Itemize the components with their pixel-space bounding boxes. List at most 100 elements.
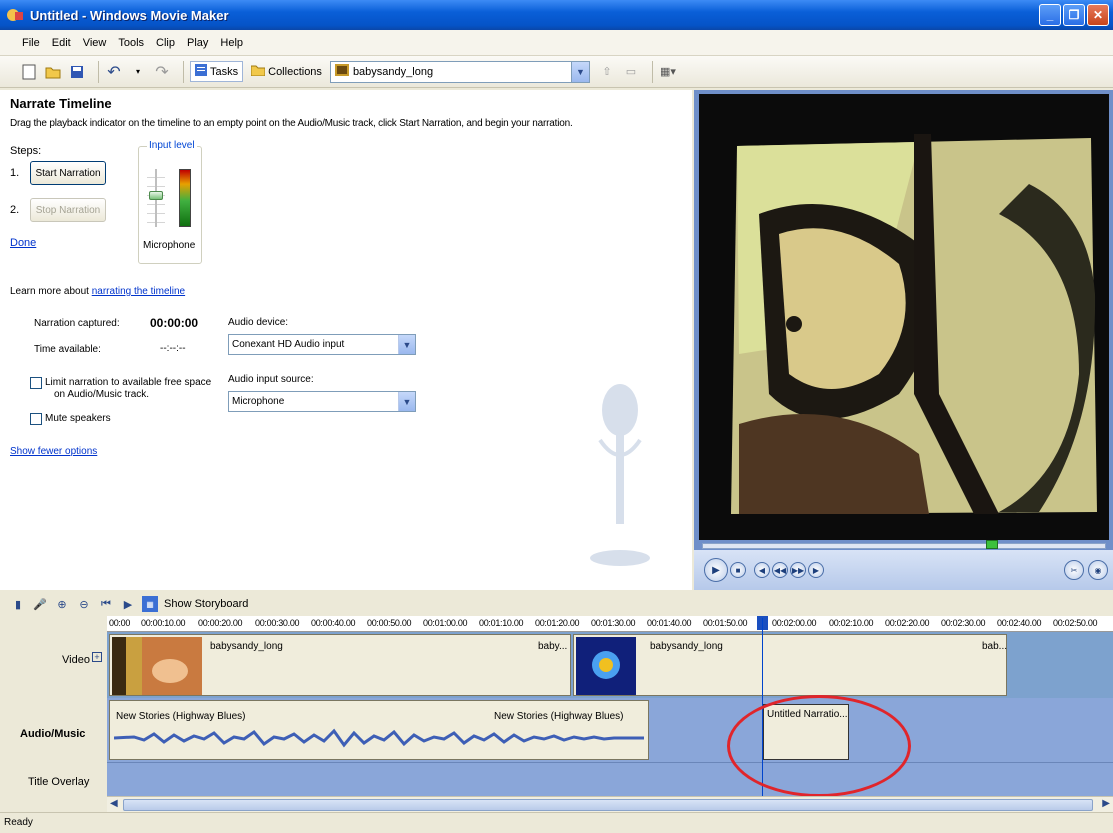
audio-input-source-select[interactable]: Microphone ▼ (228, 391, 416, 412)
playback-controls: ▶ ■ ◀ ◀◀ ▶▶ ▶ ✂ ◉ (694, 550, 1113, 590)
stop-narration-button[interactable]: Stop Narration (30, 198, 106, 222)
rewind-timeline-icon[interactable]: ⏮ (98, 596, 114, 612)
new-project-icon[interactable] (20, 63, 38, 81)
up-level-icon[interactable]: ⇧ (598, 63, 616, 81)
menu-clip[interactable]: Clip (156, 37, 175, 49)
time-available-value: --:--:-- (160, 343, 186, 354)
show-fewer-options-link[interactable]: Show fewer options (10, 446, 97, 457)
fast-forward-icon[interactable]: ▶▶ (790, 562, 806, 578)
narrate-task-pane: Narrate Timeline Drag the playback indic… (0, 90, 692, 590)
video-clip-name: bab... (982, 641, 1008, 652)
collections-button[interactable]: Collections (250, 64, 322, 79)
show-storyboard-button[interactable]: Show Storyboard (164, 598, 248, 610)
redo-icon[interactable]: ↷ (153, 63, 171, 81)
narrate-timeline-icon[interactable]: 🎤 (32, 596, 48, 612)
storyboard-icon[interactable]: ▦ (142, 596, 158, 612)
collections-label: Collections (268, 65, 322, 78)
audio-device-select[interactable]: Conexant HD Audio input ▼ (228, 334, 416, 355)
menu-view[interactable]: View (83, 37, 107, 49)
zoom-out-icon[interactable]: ⊖ (76, 596, 92, 612)
split-clip-icon[interactable]: ✂ (1064, 560, 1084, 580)
seek-bar[interactable] (702, 543, 1106, 549)
title-overlay-track[interactable] (107, 762, 1113, 796)
previous-frame-icon[interactable]: ◀ (754, 562, 770, 578)
toolbar-separator (98, 60, 99, 83)
timeline-scrollbar[interactable]: ◀ ▶ (107, 796, 1113, 812)
collection-dropdown[interactable]: babysandy_long ▼ (329, 60, 590, 83)
timeline-ruler[interactable]: 00:00 00:00:10.00 00:00:20.00 00:00:30.0… (107, 616, 1113, 632)
stop-icon[interactable]: ■ (730, 562, 746, 578)
ruler-tick: 00:02:20.00 (885, 618, 930, 628)
chevron-down-icon[interactable]: ▼ (398, 335, 415, 354)
undo-dropdown-icon[interactable]: ▾ (129, 63, 147, 81)
take-picture-icon[interactable]: ◉ (1088, 560, 1108, 580)
menu-edit[interactable]: Edit (52, 37, 71, 49)
menu-play[interactable]: Play (187, 37, 208, 49)
video-clip[interactable]: babysandy_long baby... (109, 634, 571, 696)
close-icon[interactable]: ✕ (1087, 4, 1109, 26)
chevron-down-icon[interactable]: ▼ (570, 61, 589, 82)
scroll-right-icon[interactable]: ▶ (1102, 798, 1110, 809)
scrollbar-thumb[interactable] (123, 799, 1093, 811)
ruler-tick: 00:02:40.00 (997, 618, 1042, 628)
menu-bar: File Edit View Tools Clip Play Help (0, 30, 1113, 56)
tasks-button[interactable]: Tasks (190, 61, 244, 82)
ruler-tick: 00:01:20.00 (535, 618, 580, 628)
toolbar: ↶ ▾ ↷ Tasks Collections babysandy_long ▼… (0, 56, 1113, 88)
page-title: Narrate Timeline (10, 96, 112, 111)
play-timeline-icon[interactable]: ▶ (120, 596, 136, 612)
ruler-tick: 00:00:30.00 (255, 618, 300, 628)
ruler-tick: 00:02:50.00 (1053, 618, 1098, 628)
views-icon[interactable]: ▦▾ (659, 63, 677, 81)
toolbar-separator (183, 60, 184, 83)
video-clip-name: babysandy_long (650, 641, 723, 652)
narration-captured-value: 00:00:00 (150, 316, 199, 330)
microphone-icon (590, 384, 650, 566)
rewind-icon[interactable]: ◀◀ (772, 562, 788, 578)
play-icon[interactable]: ▶ (704, 558, 728, 582)
learn-more-prefix: Learn more about (10, 286, 92, 297)
open-project-icon[interactable] (44, 63, 62, 81)
next-frame-icon[interactable]: ▶ (808, 562, 824, 578)
highlight-annotation-circle (727, 695, 911, 797)
video-clip-name: baby... (538, 641, 568, 652)
audio-clip[interactable]: New Stories (Highway Blues) New Stories … (109, 700, 649, 760)
menu-file[interactable]: File (22, 37, 40, 49)
input-level-meter (179, 169, 191, 227)
collection-value: babysandy_long (352, 65, 434, 78)
set-audio-levels-icon[interactable]: ▮ (10, 596, 26, 612)
status-bar: Ready (0, 812, 1113, 833)
minimize-icon[interactable]: _ (1039, 4, 1061, 26)
audio-clip-name: New Stories (Highway Blues) (116, 711, 246, 722)
chevron-down-icon[interactable]: ▼ (398, 392, 415, 411)
save-project-icon[interactable] (68, 63, 86, 81)
mute-speakers-checkbox[interactable] (30, 413, 42, 425)
video-clip[interactable]: babysandy_long bab... (573, 634, 1007, 696)
start-narration-button[interactable]: Start Narration (30, 161, 106, 185)
scroll-left-icon[interactable]: ◀ (110, 798, 118, 809)
ruler-tick: 00:01:50.00 (703, 618, 748, 628)
audio-waveform (114, 728, 644, 748)
seek-thumb[interactable] (986, 540, 998, 549)
limit-narration-checkbox[interactable] (30, 377, 42, 389)
video-preview-screen[interactable] (699, 94, 1109, 540)
input-level-slider-thumb[interactable] (149, 191, 163, 201)
restore-icon[interactable]: ❐ (1063, 4, 1085, 26)
tasks-label: Tasks (210, 65, 239, 78)
zoom-in-icon[interactable]: ⊕ (54, 596, 70, 612)
narrating-timeline-link[interactable]: narrating the timeline (92, 286, 185, 297)
audio-input-source-value: Microphone (232, 396, 285, 407)
new-folder-icon[interactable]: ▭ (622, 63, 640, 81)
step-1-number: 1. (10, 167, 20, 179)
preview-monitor: ▶ ■ ◀ ◀◀ ▶▶ ▶ ✂ ◉ (694, 90, 1113, 590)
menu-help[interactable]: Help (220, 37, 243, 49)
audio-music-track[interactable]: New Stories (Highway Blues) New Stories … (107, 698, 1113, 762)
expand-video-icon[interactable]: + (92, 652, 102, 662)
video-track[interactable]: babysandy_long baby... babysandy_long ba… (107, 632, 1113, 698)
ruler-tick: 00:00:40.00 (311, 618, 356, 628)
done-link[interactable]: Done (10, 237, 36, 249)
status-text: Ready (4, 817, 33, 828)
undo-icon[interactable]: ↶ (105, 63, 123, 81)
menu-tools[interactable]: Tools (118, 37, 144, 49)
instructions-text: Drag the playback indicator on the timel… (10, 118, 573, 129)
